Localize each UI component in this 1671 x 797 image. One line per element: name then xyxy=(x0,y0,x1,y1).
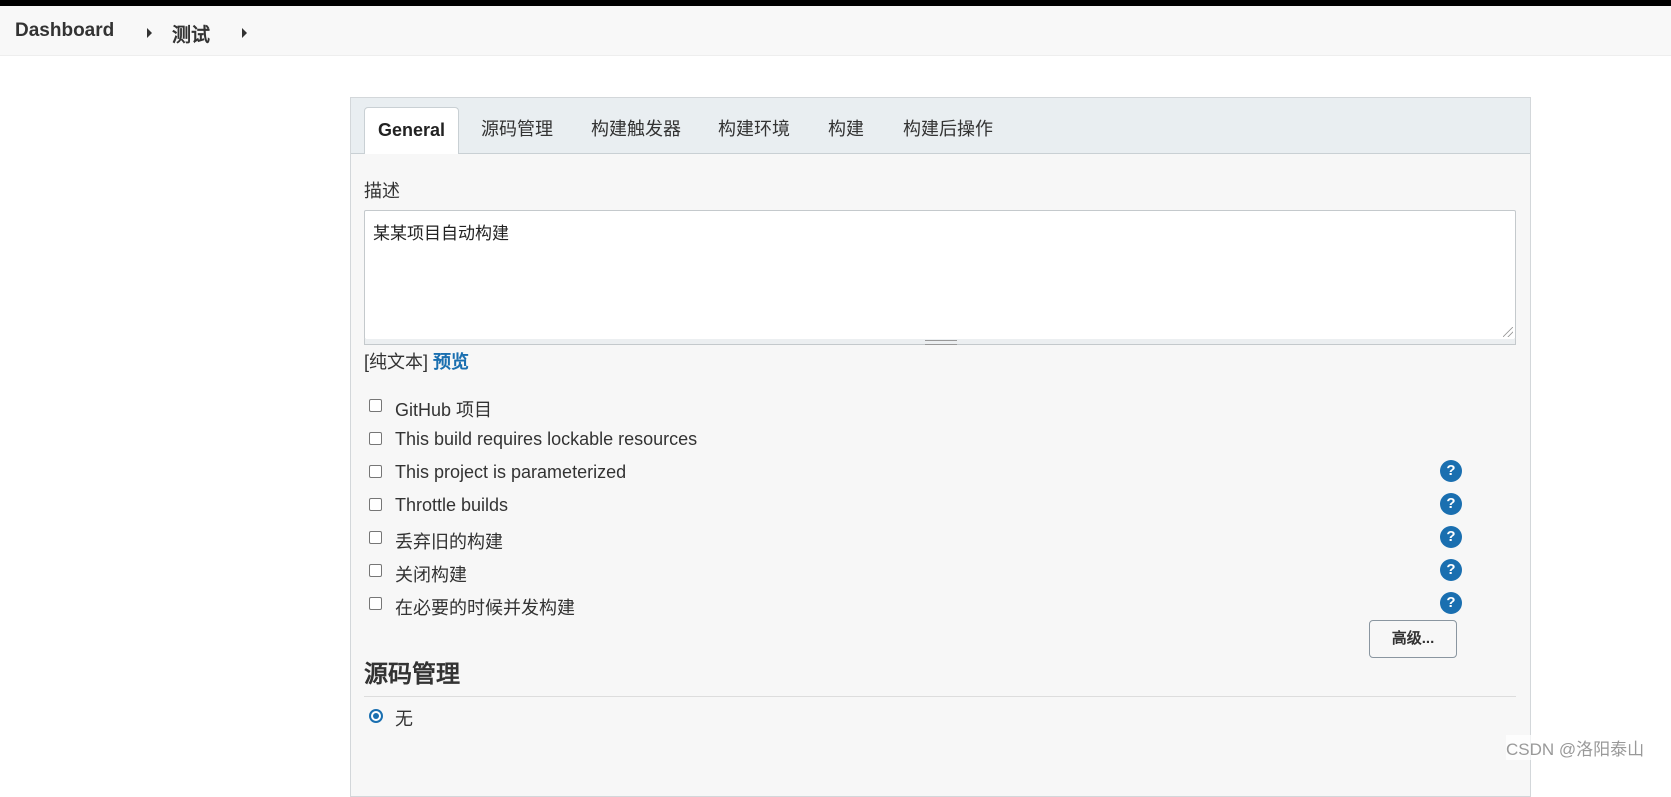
help-icon[interactable]: ? xyxy=(1440,526,1462,548)
breadcrumb-chevron-icon[interactable] xyxy=(147,28,152,38)
option-label[interactable]: 在必要的时候并发构建 xyxy=(395,594,575,620)
checkbox[interactable] xyxy=(369,531,382,544)
tab-scm[interactable]: 源码管理 xyxy=(481,107,553,154)
help-icon[interactable]: ? xyxy=(1440,460,1462,482)
format-plain-text: [纯文本] xyxy=(364,352,429,372)
description-format: [纯文本] 预览 xyxy=(364,348,469,374)
resize-handle-icon[interactable] xyxy=(1503,327,1513,337)
option-label[interactable]: Throttle builds xyxy=(395,495,508,516)
tab-build[interactable]: 构建 xyxy=(828,107,864,154)
option-label[interactable]: This project is parameterized xyxy=(395,462,626,483)
option-label[interactable]: 关闭构建 xyxy=(395,561,467,587)
checkbox[interactable] xyxy=(369,465,382,478)
tab-build-triggers[interactable]: 构建触发器 xyxy=(591,107,681,154)
watermark: CSDN @洛阳泰山 xyxy=(1506,735,1645,760)
breadcrumb-chevron-icon[interactable] xyxy=(242,28,247,38)
section-divider xyxy=(364,696,1516,697)
checkbox[interactable] xyxy=(369,399,382,412)
tab-bar: General 源码管理 构建触发器 构建环境 构建 构建后操作 xyxy=(351,98,1530,154)
scm-none-label[interactable]: 无 xyxy=(395,705,413,731)
breadcrumb: Dashboard 测试 xyxy=(0,6,1671,56)
help-icon[interactable]: ? xyxy=(1440,592,1462,614)
description-label: 描述 xyxy=(364,181,400,201)
checkbox[interactable] xyxy=(369,498,382,511)
scm-none-radio[interactable] xyxy=(369,709,383,723)
scm-section-title: 源码管理 xyxy=(364,661,460,688)
checkbox[interactable] xyxy=(369,432,382,445)
option-label[interactable]: GitHub 项目 xyxy=(395,396,492,422)
grip-lines-icon xyxy=(925,340,957,345)
preview-link[interactable]: 预览 xyxy=(433,352,469,372)
radio-selected-dot xyxy=(373,713,379,719)
breadcrumb-dashboard[interactable]: Dashboard xyxy=(15,20,114,42)
option-label[interactable]: 丢弃旧的构建 xyxy=(395,528,503,554)
tab-post-build[interactable]: 构建后操作 xyxy=(903,107,993,154)
checkbox[interactable] xyxy=(369,564,382,577)
textarea-resize-grip[interactable] xyxy=(364,339,1516,345)
advanced-button[interactable]: 高级... xyxy=(1369,620,1457,658)
help-icon[interactable]: ? xyxy=(1440,559,1462,581)
description-textarea[interactable]: 某某项目自动构建 xyxy=(364,210,1516,340)
help-icon[interactable]: ? xyxy=(1440,493,1462,515)
config-panel: General 源码管理 构建触发器 构建环境 构建 构建后操作 描述 某某项目… xyxy=(350,97,1531,797)
checkbox[interactable] xyxy=(369,597,382,610)
tab-general[interactable]: General xyxy=(364,107,460,154)
tab-build-environment[interactable]: 构建环境 xyxy=(718,107,790,154)
description-value: 某某项目自动构建 xyxy=(373,224,509,243)
option-label[interactable]: This build requires lockable resources xyxy=(395,429,697,450)
breadcrumb-project[interactable]: 测试 xyxy=(172,20,210,47)
